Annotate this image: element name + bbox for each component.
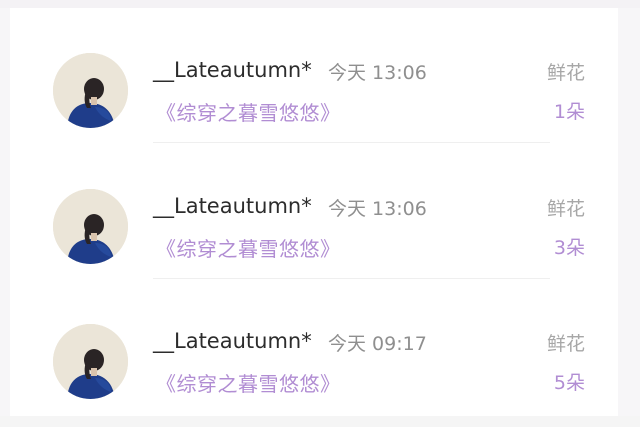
gift-record-list: __Lateautumn* 今天 13:06 《综穿之暮雪悠悠》 鲜花 1朵 _… bbox=[10, 8, 618, 416]
avatar[interactable] bbox=[53, 324, 128, 399]
gift-type-label: 鲜花 bbox=[546, 62, 585, 84]
gift-type-label: 鲜花 bbox=[546, 333, 585, 355]
avatar-girl-blue-sweater-icon bbox=[53, 324, 128, 399]
gift-count: 1朵 bbox=[553, 101, 585, 123]
list-item[interactable]: __Lateautumn* 今天 13:06 《综穿之暮雪悠悠》 鲜花 3朵 bbox=[10, 144, 618, 279]
avatar-girl-blue-sweater-icon bbox=[53, 189, 128, 264]
list-item[interactable]: __Lateautumn* 今天 09:17 《综穿之暮雪悠悠》 鲜花 5朵 bbox=[10, 279, 618, 414]
avatar[interactable] bbox=[53, 189, 128, 264]
book-title-link[interactable]: 《综穿之暮雪悠悠》 bbox=[156, 97, 341, 126]
bottom-edge-bar bbox=[0, 416, 640, 427]
timestamp: 今天 13:06 bbox=[328, 62, 427, 84]
timestamp: 今天 13:06 bbox=[328, 198, 427, 220]
top-edge-bar bbox=[0, 0, 640, 8]
avatar[interactable] bbox=[53, 53, 128, 128]
book-title-link[interactable]: 《综穿之暮雪悠悠》 bbox=[156, 368, 341, 397]
gift-count: 5朵 bbox=[553, 372, 585, 394]
gift-count: 3朵 bbox=[553, 237, 585, 259]
username[interactable]: __Lateautumn* bbox=[153, 329, 312, 353]
username[interactable]: __Lateautumn* bbox=[153, 194, 312, 218]
divider bbox=[153, 142, 550, 143]
gift-type-label: 鲜花 bbox=[546, 198, 585, 220]
timestamp: 今天 09:17 bbox=[328, 333, 427, 355]
username[interactable]: __Lateautumn* bbox=[153, 58, 312, 82]
book-title-link[interactable]: 《综穿之暮雪悠悠》 bbox=[156, 233, 341, 262]
avatar-girl-blue-sweater-icon bbox=[53, 53, 128, 128]
list-item[interactable]: __Lateautumn* 今天 13:06 《综穿之暮雪悠悠》 鲜花 1朵 bbox=[10, 8, 618, 143]
